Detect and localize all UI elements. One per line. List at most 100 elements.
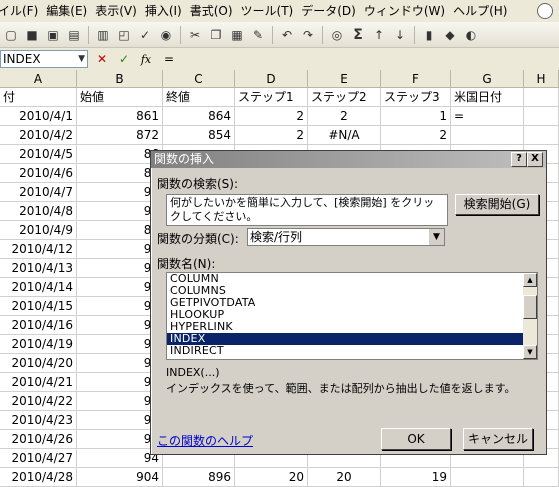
table-cell[interactable]: 2010/4/14: [0, 278, 77, 297]
table-cell[interactable]: 2010/4/8: [0, 202, 77, 221]
cell-header-us-date[interactable]: 米国日付: [451, 88, 524, 107]
dialog-titlebar[interactable]: 関数の挿入 ? X: [151, 151, 546, 168]
table-cell[interactable]: 854: [163, 126, 235, 145]
chevron-down-icon[interactable]: ▼: [428, 229, 444, 245]
table-cell[interactable]: 2010/4/28: [0, 468, 77, 487]
table-cell[interactable]: 2010/4/6: [0, 164, 77, 183]
table-cell[interactable]: [451, 468, 524, 487]
table-cell[interactable]: 2010/4/26: [0, 430, 77, 449]
table-cell[interactable]: 2010/4/9: [0, 221, 77, 240]
zoom-icon[interactable]: ◐: [462, 26, 480, 44]
table-cell[interactable]: 2: [381, 126, 451, 145]
table-cell[interactable]: 2010/4/13: [0, 259, 77, 278]
save-icon[interactable]: ■: [23, 26, 41, 44]
list-item-hyperlink[interactable]: HYPERLINK: [167, 321, 537, 333]
table-cell[interactable]: 2010/4/16: [0, 316, 77, 335]
cell-header-step3[interactable]: ステップ3: [381, 88, 451, 107]
function-help-link[interactable]: この関数のヘルプ: [157, 432, 253, 449]
list-scrollbar[interactable]: ▲ ▼: [523, 273, 537, 359]
table-cell[interactable]: 2010/4/1: [0, 107, 77, 126]
column-header-b[interactable]: B: [77, 70, 163, 88]
table-cell[interactable]: 2: [235, 126, 308, 145]
table-cell[interactable]: [524, 126, 559, 145]
table-cell[interactable]: 2010/4/27: [0, 449, 77, 468]
sort-descending-icon[interactable]: ↓: [391, 26, 409, 44]
drawing-icon[interactable]: ◆: [441, 26, 459, 44]
chevron-down-icon[interactable]: ▼: [78, 51, 85, 67]
menu-format[interactable]: 書式(O): [190, 0, 241, 22]
column-header-g[interactable]: G: [451, 70, 524, 88]
menu-help[interactable]: ヘルプ(H): [453, 0, 515, 22]
cell-header-open[interactable]: 始値: [77, 88, 163, 107]
ok-button[interactable]: OK: [381, 428, 451, 450]
list-item-indirect[interactable]: INDIRECT: [167, 345, 537, 357]
copy-icon[interactable]: ❐: [207, 26, 225, 44]
name-box[interactable]: INDEX ▼: [0, 50, 88, 68]
menu-insert[interactable]: 挿入(I): [145, 0, 190, 22]
column-header-h[interactable]: H: [524, 70, 559, 88]
help-question-icon[interactable]: [537, 3, 553, 19]
table-cell[interactable]: 2010/4/2: [0, 126, 77, 145]
table-cell[interactable]: 2010/4/19: [0, 335, 77, 354]
redo-icon[interactable]: ↷: [299, 26, 317, 44]
table-cell[interactable]: 20: [235, 468, 308, 487]
menu-edit[interactable]: 編集(E): [46, 0, 95, 22]
cancel-button[interactable]: キャンセル: [463, 428, 533, 450]
column-header-c[interactable]: C: [163, 70, 235, 88]
email-icon[interactable]: ▤: [65, 26, 83, 44]
menu-tools[interactable]: ツール(T): [241, 0, 302, 22]
column-header-e[interactable]: E: [308, 70, 381, 88]
table-cell[interactable]: [524, 468, 559, 487]
undo-icon[interactable]: ↶: [278, 26, 296, 44]
cell-header-h[interactable]: [524, 88, 559, 107]
column-header-f[interactable]: F: [381, 70, 451, 88]
table-cell[interactable]: 2: [235, 107, 308, 126]
table-cell[interactable]: 2010/4/5: [0, 145, 77, 164]
new-file-icon[interactable]: ▢: [2, 26, 20, 44]
scroll-up-icon[interactable]: ▲: [523, 273, 537, 287]
function-search-input[interactable]: 何がしたいかを簡単に入力して、[検索開始] をクリックしてください。: [166, 194, 448, 226]
search-start-button[interactable]: 検索開始(G): [455, 194, 539, 215]
menu-data[interactable]: データ(D): [301, 0, 364, 22]
table-cell[interactable]: 904: [77, 468, 163, 487]
dialog-close-button[interactable]: X: [527, 152, 543, 167]
table-cell[interactable]: 20: [308, 468, 381, 487]
scrollbar-thumb[interactable]: [523, 295, 537, 319]
menu-view[interactable]: 表示(V): [95, 0, 145, 22]
table-cell[interactable]: 2010/4/15: [0, 297, 77, 316]
table-cell[interactable]: #N/A: [308, 126, 381, 145]
cell-header-close[interactable]: 終値: [163, 88, 235, 107]
table-cell[interactable]: 861: [77, 107, 163, 126]
table-cell[interactable]: =: [451, 107, 524, 126]
print-icon[interactable]: ▥: [94, 26, 112, 44]
print-preview-icon[interactable]: ◰: [115, 26, 133, 44]
chart-wizard-icon[interactable]: ▮: [420, 26, 438, 44]
sort-ascending-icon[interactable]: ↑: [370, 26, 388, 44]
table-cell[interactable]: [524, 107, 559, 126]
table-cell[interactable]: 872: [77, 126, 163, 145]
paste-icon[interactable]: ▦: [228, 26, 246, 44]
table-cell[interactable]: 19: [381, 468, 451, 487]
dialog-help-button[interactable]: ?: [511, 152, 527, 167]
insert-function-icon[interactable]: fx: [138, 53, 154, 66]
menu-window[interactable]: ウィンドウ(W): [364, 0, 453, 22]
table-cell[interactable]: 2: [308, 107, 381, 126]
table-cell[interactable]: 2010/4/20: [0, 354, 77, 373]
table-cell[interactable]: 2010/4/23: [0, 411, 77, 430]
table-cell[interactable]: [451, 126, 524, 145]
menu-file[interactable]: イル(F): [0, 0, 46, 22]
cell-header-step2[interactable]: ステップ2: [308, 88, 381, 107]
enter-formula-icon[interactable]: ✓: [116, 52, 132, 66]
table-cell[interactable]: 2010/4/12: [0, 240, 77, 259]
permission-icon[interactable]: ▣: [44, 26, 62, 44]
cell-header-date[interactable]: 付: [0, 88, 77, 107]
cell-header-step1[interactable]: ステップ1: [235, 88, 308, 107]
spelling-icon[interactable]: ✓: [136, 26, 154, 44]
hyperlink-icon[interactable]: ◎: [328, 26, 346, 44]
scroll-down-icon[interactable]: ▼: [523, 345, 537, 359]
column-header-d[interactable]: D: [235, 70, 308, 88]
function-listbox[interactable]: COLUMN COLUMNS GETPIVOTDATA HLOOKUP HYPE…: [166, 272, 538, 360]
format-painter-icon[interactable]: ✎: [249, 26, 267, 44]
category-select[interactable]: 検索/行列 ▼: [247, 228, 445, 246]
table-cell[interactable]: 896: [163, 468, 235, 487]
